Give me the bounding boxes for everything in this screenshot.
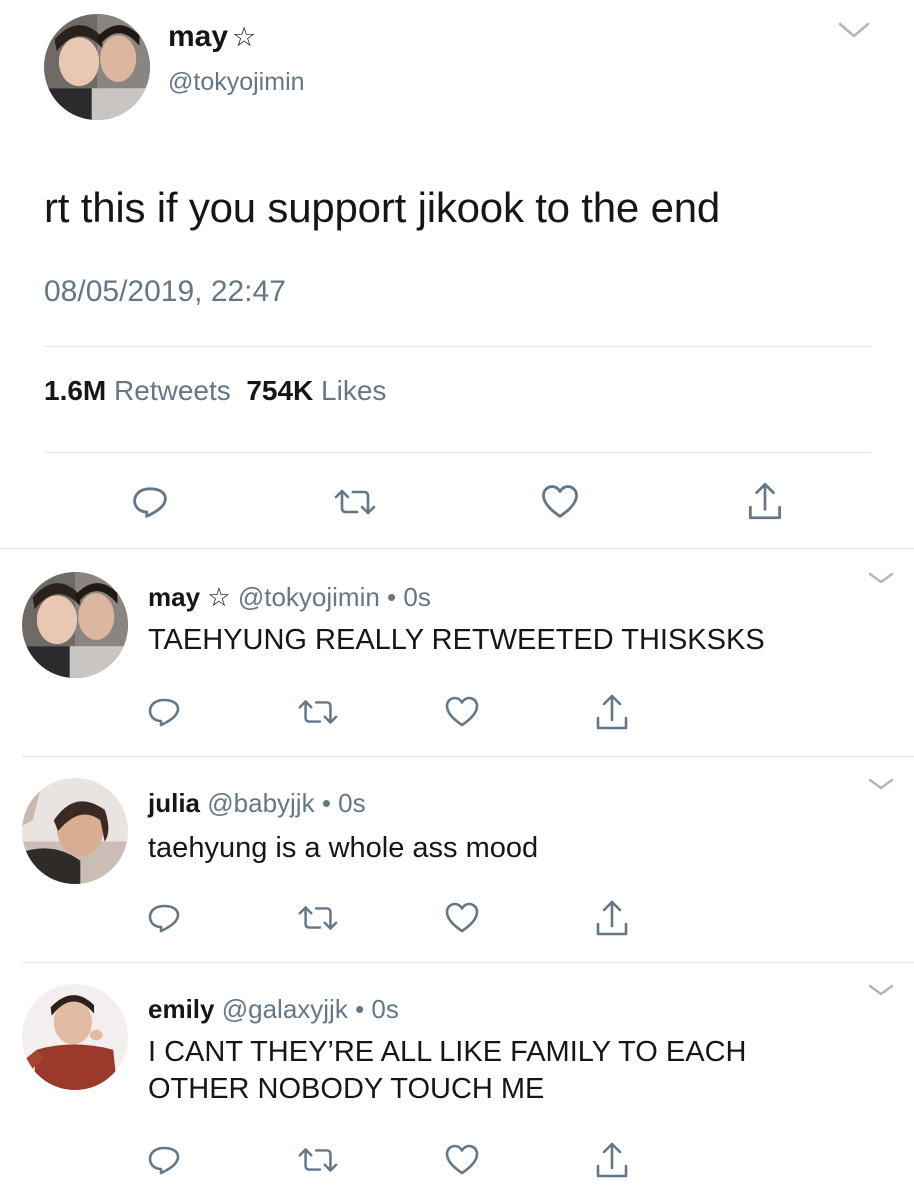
- separator-dot: •: [387, 582, 397, 612]
- retweet-icon: [298, 700, 338, 724]
- like-button[interactable]: [442, 898, 482, 938]
- chevron-down-icon[interactable]: [866, 570, 896, 588]
- divider: [22, 756, 914, 757]
- divider: [44, 452, 870, 453]
- reply-button[interactable]: [144, 898, 184, 938]
- display-name[interactable]: julia: [148, 788, 200, 818]
- retweet-button[interactable]: [332, 480, 378, 524]
- reply-text: TAEHYUNG REALLY RETWEETED THISKSKS: [148, 624, 765, 656]
- reply-button[interactable]: [128, 480, 172, 524]
- handle[interactable]: @tokyojimin: [168, 68, 305, 97]
- reply-header: emily @galaxyjjk • 0s: [148, 994, 399, 1025]
- share-icon: [596, 1142, 628, 1178]
- retweet-icon: [298, 906, 338, 930]
- share-icon: [596, 694, 628, 730]
- reply-header: julia @babyjjk • 0s: [148, 788, 366, 819]
- display-name[interactable]: may ☆: [168, 20, 256, 54]
- like-button[interactable]: [442, 1140, 482, 1180]
- retweets-count[interactable]: 1.6M: [44, 375, 106, 406]
- share-button[interactable]: [592, 1138, 632, 1182]
- reply-header: may ☆ @tokyojimin • 0s: [148, 582, 431, 613]
- heart-icon: [445, 902, 479, 933]
- avatar-photo: [22, 778, 128, 884]
- separator-dot: •: [321, 788, 331, 818]
- display-name-text: may: [168, 20, 229, 53]
- divider: [44, 346, 870, 347]
- likes-label[interactable]: Likes: [321, 375, 386, 406]
- retweet-button[interactable]: [296, 1140, 340, 1180]
- heart-icon: [542, 485, 578, 518]
- divider: [0, 548, 914, 549]
- reply-icon: [148, 1146, 180, 1175]
- handle[interactable]: @tokyojimin: [238, 582, 380, 612]
- avatar[interactable]: [22, 572, 128, 678]
- heart-icon: [445, 696, 479, 727]
- avatar-photo: [22, 572, 128, 678]
- handle[interactable]: @galaxyjjk: [222, 994, 348, 1024]
- chevron-down-icon[interactable]: [866, 776, 896, 794]
- retweet-icon: [334, 489, 376, 515]
- tweet-text: rt this if you support jikook to the end: [44, 184, 721, 231]
- divider: [22, 962, 914, 963]
- avatar-photo: [44, 14, 150, 120]
- share-icon: [596, 900, 628, 936]
- display-name[interactable]: emily: [148, 994, 215, 1024]
- star-icon: ☆: [207, 582, 231, 612]
- star-icon: ☆: [232, 22, 257, 52]
- retweet-button[interactable]: [296, 898, 340, 938]
- display-name[interactable]: may: [148, 582, 200, 612]
- tweet-timestamp[interactable]: 08/05/2019, 22:47: [44, 275, 286, 309]
- reply-icon: [148, 698, 180, 727]
- like-button[interactable]: [442, 692, 482, 732]
- reply-time[interactable]: 0s: [403, 582, 430, 612]
- reply-button[interactable]: [144, 1140, 184, 1180]
- reply-icon: [133, 487, 167, 518]
- avatar[interactable]: [44, 14, 150, 120]
- tweet-stats: 1.6M Retweets 754K Likes: [44, 375, 386, 407]
- reply-button[interactable]: [144, 692, 184, 732]
- share-button[interactable]: [592, 690, 632, 734]
- handle[interactable]: @babyjjk: [207, 788, 314, 818]
- like-button[interactable]: [538, 480, 582, 524]
- share-button[interactable]: [744, 478, 786, 524]
- avatar-photo: [22, 984, 128, 1090]
- avatar[interactable]: [22, 984, 128, 1090]
- reply-icon: [148, 904, 180, 933]
- chevron-down-icon[interactable]: [866, 982, 896, 1000]
- chevron-down-icon[interactable]: [836, 18, 872, 42]
- likes-count[interactable]: 754K: [246, 375, 313, 406]
- share-icon: [749, 482, 781, 520]
- separator-dot: •: [355, 994, 365, 1024]
- reply-text: I CANT THEY’RE ALL LIKE FAMILY TO EACH O…: [148, 1036, 747, 1105]
- retweet-button[interactable]: [296, 692, 340, 732]
- reply-time[interactable]: 0s: [338, 788, 365, 818]
- reply-text: taehyung is a whole ass mood: [148, 832, 539, 864]
- avatar[interactable]: [22, 778, 128, 884]
- reply-time[interactable]: 0s: [371, 994, 398, 1024]
- heart-icon: [445, 1144, 479, 1175]
- share-button[interactable]: [592, 896, 632, 940]
- retweet-icon: [298, 1148, 338, 1172]
- retweets-label[interactable]: Retweets: [114, 375, 231, 406]
